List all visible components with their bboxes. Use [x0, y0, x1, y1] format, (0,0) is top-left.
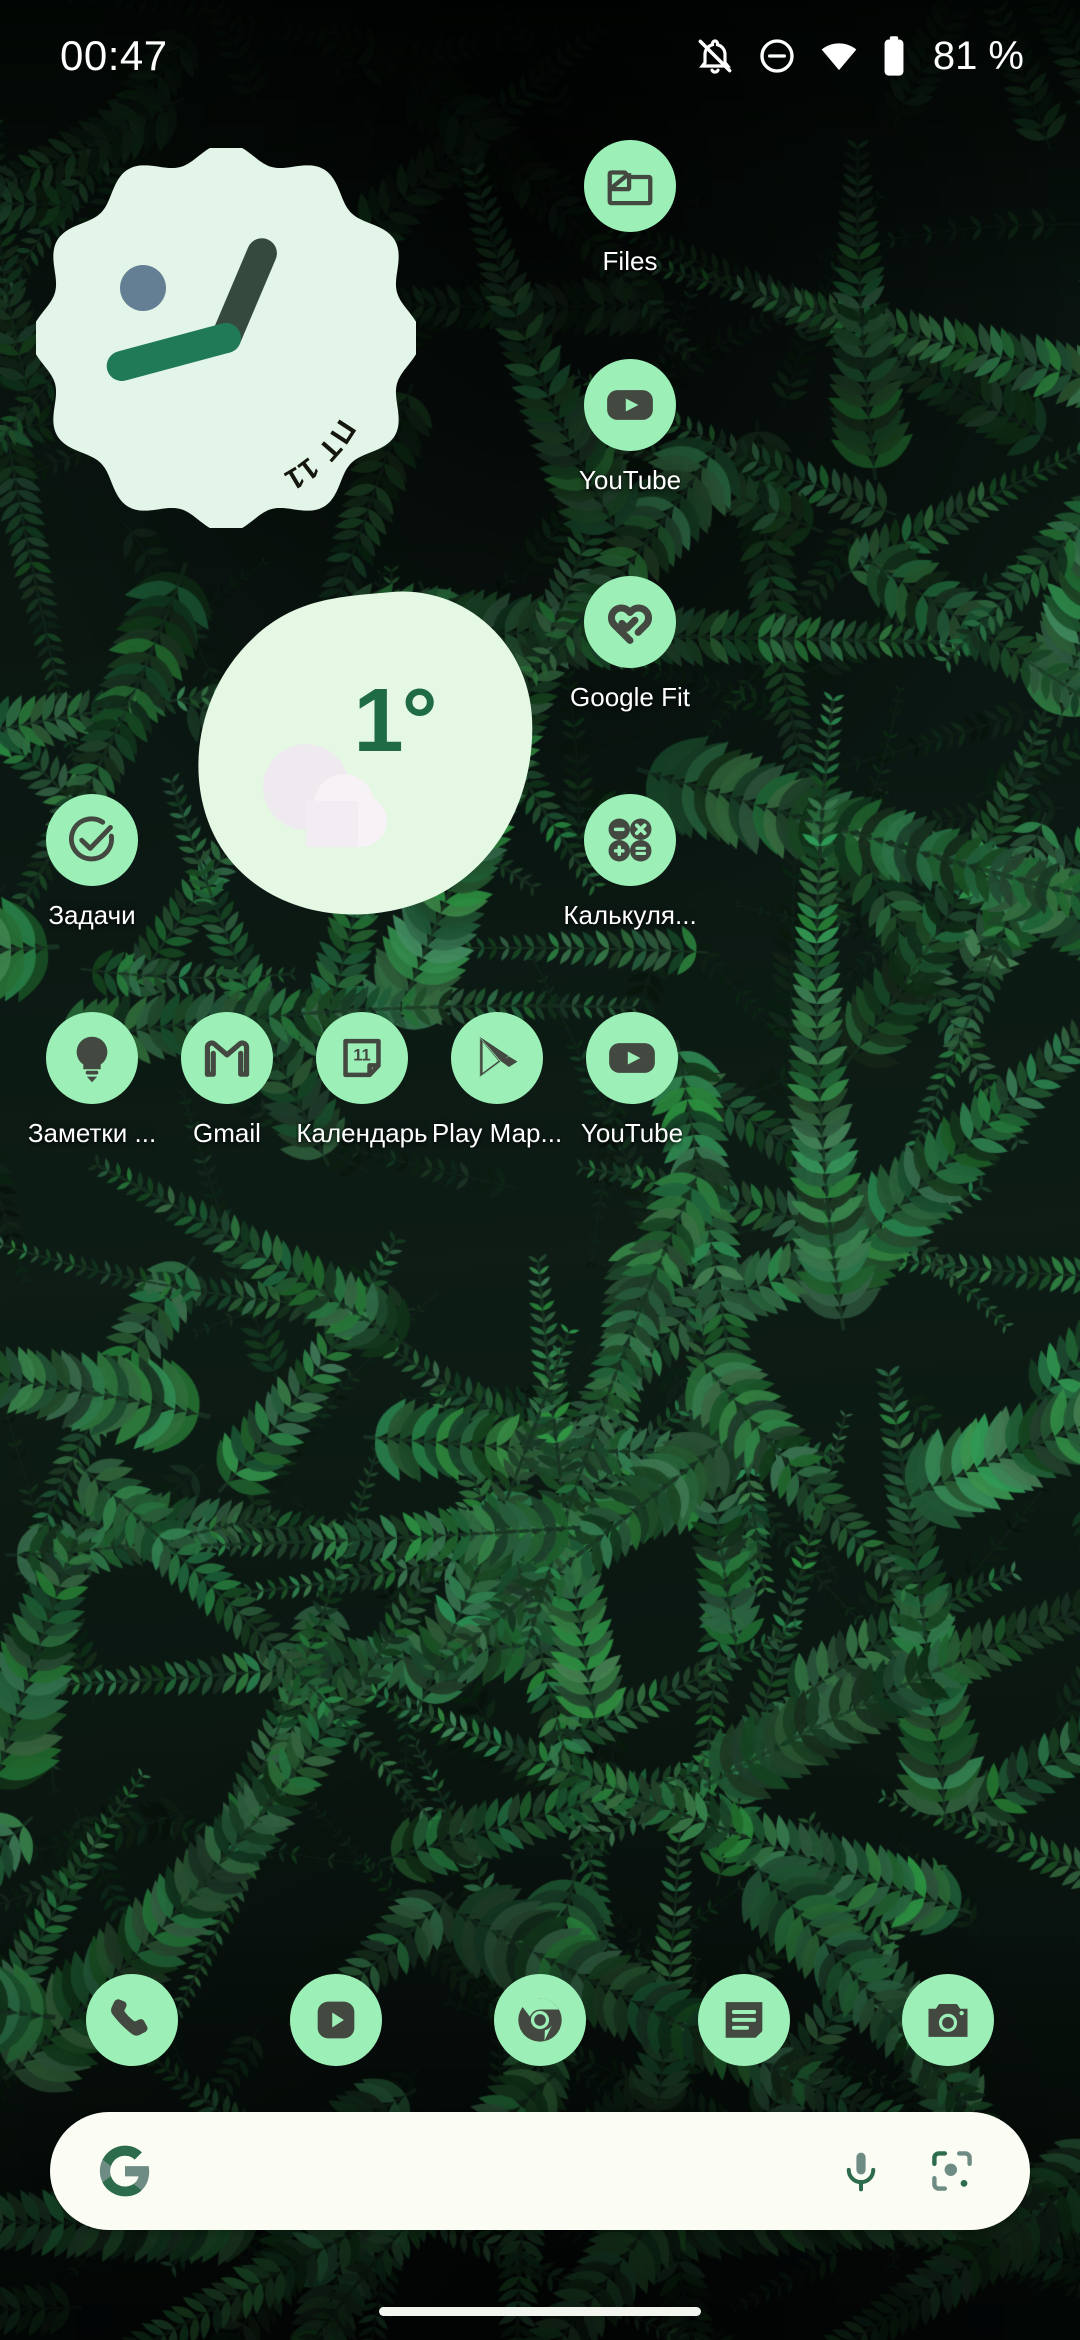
chrome-icon [518, 1998, 562, 2042]
app-calculator[interactable]: Калькуля... [530, 794, 730, 931]
app-youtube-right[interactable]: YouTube [530, 359, 730, 496]
status-bar-icons: 81 % [695, 34, 1024, 79]
app-label: Задачи [48, 900, 136, 930]
keep-bulb-icon [46, 1012, 138, 1104]
app-label: YouTube [580, 1118, 684, 1148]
weather-temperature: 1° [353, 671, 438, 771]
app-youtube-row[interactable]: YouTube [532, 1012, 732, 1149]
messages-icon [725, 2002, 763, 2038]
google-g-icon [50, 2142, 154, 2200]
battery-percent-label: 81 % [932, 33, 1024, 78]
dock-chrome[interactable] [494, 1974, 586, 2066]
wifi-icon [819, 36, 859, 76]
calendar-day-number: 11 [353, 1047, 370, 1065]
google-lens-icon[interactable] [928, 2147, 976, 2195]
google-search-bar[interactable] [50, 2112, 1030, 2230]
camera-icon [928, 2003, 968, 2037]
app-label: Калькуля... [563, 900, 697, 930]
dock [0, 1960, 1080, 2080]
dock-camera[interactable] [902, 1974, 994, 2066]
status-bar-clock: 00:47 [60, 32, 168, 79]
tasks-check-circle-icon [46, 794, 138, 886]
youtube-icon [317, 2001, 355, 2039]
clock-accent-dot [120, 265, 166, 311]
app-tasks[interactable]: Задачи [0, 794, 192, 931]
gmail-icon [181, 1012, 273, 1104]
weather-widget[interactable]: 1° [196, 590, 534, 920]
analog-clock-widget[interactable]: ПТ 11 [36, 148, 416, 528]
app-google-fit[interactable]: Google Fit [530, 576, 730, 713]
files-folder-icon [584, 140, 676, 232]
play-store-icon [451, 1012, 543, 1104]
app-label: Files [602, 246, 658, 276]
notifications-silenced-icon [695, 36, 735, 76]
phone-icon [111, 1999, 148, 2036]
app-label: Gmail [193, 1118, 261, 1148]
do-not-disturb-icon [757, 36, 797, 76]
clock-face: ПТ 11 [36, 148, 416, 528]
calculator-icon [584, 794, 676, 886]
app-files[interactable]: Files [530, 140, 730, 277]
home-gesture-pill[interactable] [379, 2307, 701, 2316]
app-label: YouTube [578, 465, 682, 495]
calendar-icon: 11 [316, 1012, 408, 1104]
heart-fit-icon [584, 576, 676, 668]
dock-youtube[interactable] [290, 1974, 382, 2066]
youtube-icon [586, 1012, 678, 1104]
youtube-icon [584, 359, 676, 451]
dock-phone[interactable] [86, 1974, 178, 2066]
dock-messages[interactable] [698, 1974, 790, 2066]
app-label: Google Fit [570, 682, 690, 712]
status-bar[interactable]: 00:47 81 % [0, 0, 1080, 112]
battery-icon [881, 35, 907, 77]
microphone-icon[interactable] [838, 2148, 884, 2194]
